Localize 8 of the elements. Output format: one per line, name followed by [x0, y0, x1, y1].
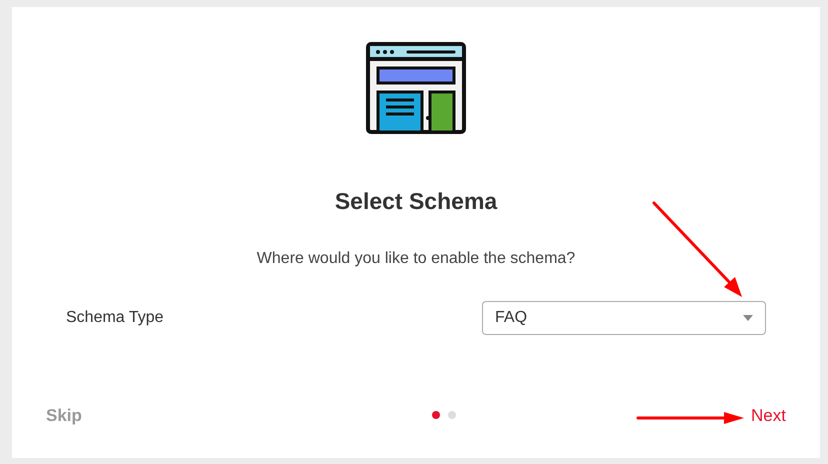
field-label: Schema Type [66, 308, 164, 328]
caret-icon [743, 314, 753, 320]
subtitle: Where would you like to enable the schema? [256, 248, 576, 268]
page-title: Select Schema [334, 187, 498, 216]
schema-type-dropdown[interactable]: FAQ [482, 300, 766, 334]
skip-link[interactable]: Skip [46, 402, 82, 428]
browser-window-icon [366, 42, 466, 134]
next-link[interactable]: Next [751, 402, 786, 428]
